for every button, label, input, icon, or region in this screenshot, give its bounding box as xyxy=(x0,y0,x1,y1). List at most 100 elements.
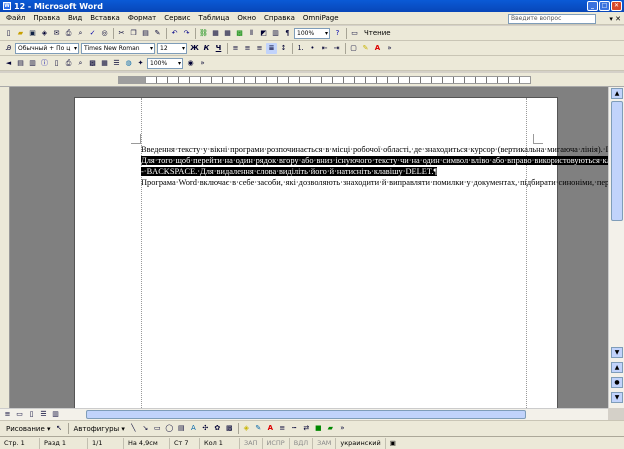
print-preview-icon[interactable]: ⌕ xyxy=(75,28,86,39)
print2-icon[interactable]: ⎙ xyxy=(63,58,74,69)
status-extend[interactable]: ВДЛ xyxy=(290,437,314,449)
decrease-indent-icon[interactable]: ⇤ xyxy=(319,43,330,54)
rectangle-icon[interactable]: ▭ xyxy=(152,423,163,434)
menu-file[interactable]: Файл xyxy=(2,14,29,22)
arrow-style-icon[interactable]: ⇄ xyxy=(301,423,312,434)
toolbar-options-icon[interactable]: » xyxy=(384,43,395,54)
ask-question-input[interactable]: Введите вопрос xyxy=(508,14,596,24)
menu-omnipage[interactable]: OmniPage xyxy=(299,14,343,22)
align-center-icon[interactable]: ≡ xyxy=(242,43,253,54)
columns-icon[interactable]: ⫴ xyxy=(246,28,257,39)
reading-layout-icon[interactable]: ▥ xyxy=(50,409,61,420)
diagram-icon[interactable]: ✣ xyxy=(200,423,211,434)
vertical-scrollbar[interactable]: ▲ ▼ ▲ ● ▼ xyxy=(608,87,624,408)
horizontal-ruler[interactable] xyxy=(0,73,624,87)
clipart-icon[interactable]: ✿ xyxy=(212,423,223,434)
web-icon[interactable]: ▥ xyxy=(27,58,38,69)
status-record[interactable]: ЗАП xyxy=(240,437,263,449)
style-select[interactable]: Обычный + По ц xyxy=(15,42,79,54)
menu-window[interactable]: Окно xyxy=(233,14,260,22)
font-color2-icon[interactable]: A xyxy=(265,423,276,434)
star-icon[interactable]: ✦ xyxy=(135,58,146,69)
menu-help[interactable]: Справка xyxy=(260,14,299,22)
vertical-ruler[interactable] xyxy=(0,87,10,408)
copy-icon[interactable]: ❐ xyxy=(128,28,139,39)
menu-format[interactable]: Формат xyxy=(124,14,160,22)
undo-icon[interactable]: ↶ xyxy=(169,28,180,39)
status-language[interactable]: украинский xyxy=(336,437,386,449)
wordart-icon[interactable]: A xyxy=(188,423,199,434)
frame-icon[interactable]: ▤ xyxy=(15,58,26,69)
bold-button[interactable]: Ж xyxy=(189,43,200,54)
highlight-icon[interactable]: ✎ xyxy=(360,43,371,54)
italic-button[interactable]: К xyxy=(201,43,212,54)
3d-icon[interactable]: ▰ xyxy=(325,423,336,434)
paste-icon[interactable]: ▤ xyxy=(140,28,151,39)
info-icon[interactable]: ⓘ xyxy=(39,58,50,69)
vertical-scroll-thumb[interactable] xyxy=(611,101,623,221)
increase-indent-icon[interactable]: ⇥ xyxy=(331,43,342,54)
hyperlink-icon[interactable]: ⛓ xyxy=(198,28,209,39)
drawing-icon[interactable]: ◩ xyxy=(258,28,269,39)
menu-insert[interactable]: Вставка xyxy=(86,14,124,22)
print-icon[interactable]: ⎙ xyxy=(63,28,74,39)
oval-icon[interactable]: ◯ xyxy=(164,423,175,434)
shadow-icon[interactable]: ■ xyxy=(313,423,324,434)
globe-icon[interactable]: ◍ xyxy=(123,58,134,69)
drawing-options-icon[interactable]: » xyxy=(337,423,348,434)
line-style-icon[interactable]: ≡ xyxy=(277,423,288,434)
select-objects-icon[interactable]: ↖ xyxy=(54,423,65,434)
dash-style-icon[interactable]: ┅ xyxy=(289,423,300,434)
print-layout-icon[interactable]: ▯ xyxy=(26,409,37,420)
fill-color-icon[interactable]: ◈ xyxy=(241,423,252,434)
align-left-icon[interactable]: ≡ xyxy=(230,43,241,54)
justify-icon[interactable]: ≣ xyxy=(266,42,277,54)
new-document-icon[interactable]: ▯ xyxy=(3,28,14,39)
web-layout-icon[interactable]: ▭ xyxy=(14,409,25,420)
back-icon[interactable]: ◄ xyxy=(3,58,14,69)
textbox-icon[interactable]: ▤ xyxy=(176,423,187,434)
spelling-icon[interactable]: ✓ xyxy=(87,28,98,39)
more-icon[interactable]: » xyxy=(197,58,208,69)
close-button[interactable]: ✕ xyxy=(611,1,622,11)
open-folder-icon[interactable]: ▰ xyxy=(15,28,26,39)
insert-table-icon[interactable]: ▦ xyxy=(222,28,233,39)
numbering-icon[interactable]: ⒈ xyxy=(295,43,306,54)
select-browse-object-icon[interactable]: ● xyxy=(611,377,623,388)
document-close-icon[interactable]: ▾ ✕ xyxy=(599,14,621,24)
scroll-down-icon[interactable]: ▼ xyxy=(611,347,623,358)
font-select[interactable]: Times New Roman xyxy=(81,42,155,54)
align-right-icon[interactable]: ≡ xyxy=(254,43,265,54)
prev-page-icon[interactable]: ▲ xyxy=(611,362,623,373)
autoshapes-menu[interactable]: Автофигуры ▾ xyxy=(71,425,128,433)
tables-borders-icon[interactable]: ▦ xyxy=(210,28,221,39)
list2-icon[interactable]: ☰ xyxy=(111,58,122,69)
menu-view[interactable]: Вид xyxy=(64,14,86,22)
chart-icon[interactable]: ▦ xyxy=(99,58,110,69)
zoom-select[interactable]: 100% xyxy=(294,27,330,39)
bullets-icon[interactable]: • xyxy=(307,43,318,54)
menu-table[interactable]: Таблица xyxy=(194,14,233,22)
picture-icon[interactable]: ▩ xyxy=(224,423,235,434)
read-button[interactable]: Чтение xyxy=(361,29,394,37)
format-painter-icon[interactable]: ✎ xyxy=(152,28,163,39)
borders-icon[interactable]: ▢ xyxy=(348,43,359,54)
page-icon[interactable]: ▯ xyxy=(51,58,62,69)
normal-view-icon[interactable]: ≡ xyxy=(2,409,13,420)
camera-icon[interactable]: ◉ xyxy=(185,58,196,69)
font-color-icon[interactable]: A xyxy=(372,43,383,54)
status-track[interactable]: ИСПР xyxy=(263,437,290,449)
drawing-menu[interactable]: Рисование ▾ xyxy=(3,425,54,433)
menu-edit[interactable]: Правка xyxy=(29,14,64,22)
minimize-button[interactable]: _ xyxy=(587,1,598,11)
menu-tools[interactable]: Сервис xyxy=(160,14,194,22)
help-icon[interactable]: ? xyxy=(332,28,343,39)
zoom2-select[interactable]: 100% xyxy=(147,57,183,69)
spelling-status-icon[interactable]: ▣ xyxy=(386,438,400,449)
underline-button[interactable]: Ч xyxy=(213,43,224,54)
show-hide-icon[interactable]: ¶ xyxy=(282,28,293,39)
document-text[interactable]: Введення·тексту·у·вікні·програми·розпочи… xyxy=(141,144,608,188)
next-page-icon[interactable]: ▼ xyxy=(611,392,623,403)
line-icon[interactable]: ╲ xyxy=(128,423,139,434)
preview2-icon[interactable]: ⌕ xyxy=(75,58,86,69)
